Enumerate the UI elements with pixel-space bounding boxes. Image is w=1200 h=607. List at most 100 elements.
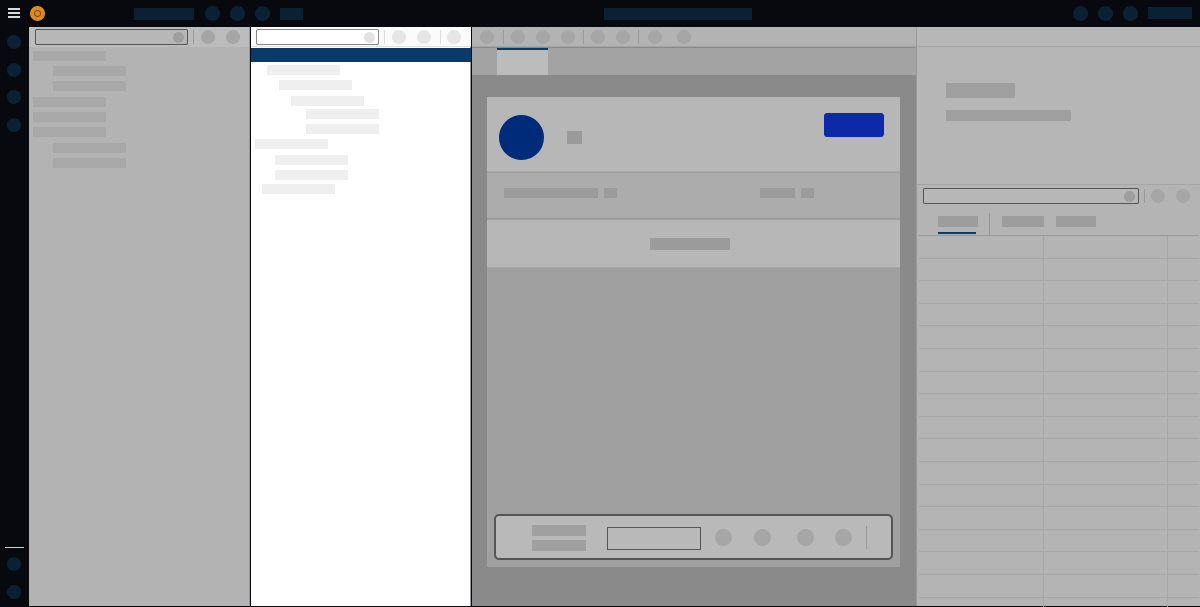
tree-item[interactable]: [275, 155, 348, 165]
circle-icon[interactable]: [205, 6, 220, 21]
tab-separator: [989, 213, 990, 235]
circle-icon[interactable]: [7, 557, 21, 571]
table-row[interactable]: [919, 462, 1199, 485]
tree-item[interactable]: [279, 80, 352, 90]
list-item[interactable]: [33, 51, 106, 61]
circle-icon[interactable]: [447, 30, 461, 44]
circle-icon[interactable]: [392, 30, 406, 44]
table-row[interactable]: [919, 485, 1199, 508]
bar-label: [532, 540, 586, 551]
tree-item[interactable]: [291, 96, 364, 106]
table-row[interactable]: [919, 530, 1199, 553]
table-row[interactable]: [919, 417, 1199, 440]
avatar[interactable]: [499, 115, 544, 160]
table-row[interactable]: [919, 394, 1199, 417]
toolbar-separator: [440, 30, 441, 44]
tree-panel: [251, 27, 471, 606]
search-icon[interactable]: [364, 32, 375, 43]
editor-area: [472, 27, 916, 606]
hamburger-menu-icon[interactable]: [8, 8, 22, 19]
rail-divider: [5, 547, 24, 548]
tree-item[interactable]: [306, 124, 379, 134]
bar-input[interactable]: [607, 527, 701, 550]
circle-icon[interactable]: [835, 529, 852, 546]
circle-icon[interactable]: [1073, 6, 1088, 21]
orange-logo-icon[interactable]: [30, 6, 45, 21]
table-row[interactable]: [919, 259, 1199, 282]
table-row[interactable]: [919, 552, 1199, 575]
list-item[interactable]: [33, 127, 106, 137]
inspector-search-input[interactable]: [923, 188, 1139, 204]
table-row[interactable]: [919, 326, 1199, 349]
primary-button[interactable]: [824, 113, 884, 137]
list-item[interactable]: [53, 143, 126, 153]
circle-icon[interactable]: [7, 35, 21, 49]
list-item[interactable]: [33, 97, 106, 107]
circle-icon[interactable]: [7, 118, 21, 132]
tab-active[interactable]: [938, 216, 978, 227]
tree-item[interactable]: [275, 170, 348, 180]
circle-icon[interactable]: [1151, 189, 1165, 203]
circle-icon[interactable]: [754, 529, 771, 546]
tree-item[interactable]: [306, 109, 379, 119]
circle-icon[interactable]: [201, 30, 215, 44]
tree-item[interactable]: [267, 65, 340, 75]
circle-icon[interactable]: [1176, 189, 1190, 203]
circle-icon[interactable]: [230, 6, 245, 21]
content-label: [650, 238, 730, 250]
top-menu-block[interactable]: [280, 8, 303, 20]
search-icon[interactable]: [1124, 191, 1135, 202]
inspector-title: [946, 83, 1015, 98]
explorer-search-input[interactable]: [35, 29, 188, 45]
tab-active[interactable]: [497, 48, 548, 75]
circle-icon[interactable]: [715, 529, 732, 546]
page-card: [487, 97, 900, 567]
toolbar-separator: [583, 30, 584, 44]
toolbar-separator: [866, 526, 867, 549]
toolbar-separator: [638, 30, 639, 44]
tree-search-input[interactable]: [256, 29, 379, 45]
floating-action-bar: [494, 514, 893, 560]
tab[interactable]: [1056, 216, 1096, 227]
circle-icon[interactable]: [7, 63, 21, 77]
table-row[interactable]: [919, 349, 1199, 372]
table-row[interactable]: [919, 507, 1199, 530]
top-bar: [0, 0, 1200, 27]
tree-item-selected[interactable]: [251, 48, 471, 62]
circle-icon[interactable]: [648, 30, 662, 44]
circle-icon[interactable]: [591, 30, 605, 44]
circle-icon[interactable]: [480, 30, 494, 44]
circle-icon[interactable]: [511, 30, 525, 44]
tree-item[interactable]: [262, 184, 335, 194]
toolbar-separator: [384, 30, 385, 44]
circle-icon[interactable]: [536, 30, 550, 44]
circle-icon[interactable]: [1123, 6, 1138, 21]
app-title-block: [134, 8, 194, 20]
circle-icon[interactable]: [561, 30, 575, 44]
table-row[interactable]: [919, 439, 1199, 462]
tab[interactable]: [1002, 216, 1044, 227]
toolbar-separator: [193, 30, 194, 44]
list-item[interactable]: [33, 112, 106, 122]
info-label: [504, 188, 598, 198]
circle-icon[interactable]: [255, 6, 270, 21]
account-block[interactable]: [1148, 7, 1192, 19]
circle-icon[interactable]: [226, 30, 240, 44]
circle-icon[interactable]: [797, 529, 814, 546]
list-item[interactable]: [53, 81, 126, 91]
table-row[interactable]: [919, 236, 1199, 259]
list-item[interactable]: [53, 158, 126, 168]
table-row[interactable]: [919, 281, 1199, 304]
circle-icon[interactable]: [677, 30, 691, 44]
table-row[interactable]: [919, 575, 1199, 598]
search-icon[interactable]: [173, 32, 184, 43]
table-row[interactable]: [919, 304, 1199, 327]
table-row[interactable]: [919, 372, 1199, 395]
list-item[interactable]: [53, 66, 126, 76]
circle-icon[interactable]: [417, 30, 431, 44]
circle-icon[interactable]: [7, 90, 21, 104]
circle-icon[interactable]: [616, 30, 630, 44]
circle-icon[interactable]: [7, 585, 21, 599]
tree-item[interactable]: [255, 139, 328, 149]
circle-icon[interactable]: [1098, 6, 1113, 21]
